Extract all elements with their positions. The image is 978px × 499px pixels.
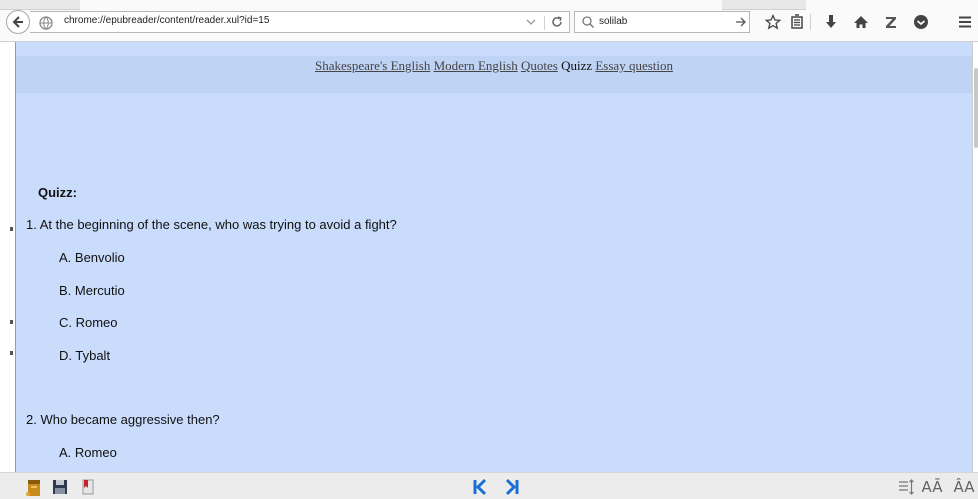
last-page-button[interactable]: [502, 477, 522, 497]
font-increase-button[interactable]: ÂA: [952, 477, 976, 497]
menu-button[interactable]: [956, 13, 974, 31]
bookmark-star-button[interactable]: [764, 13, 782, 31]
tab-strip-edge: [0, 0, 80, 10]
quiz-heading: Quizz:: [38, 185, 77, 200]
home-icon: [854, 16, 868, 28]
go-icon[interactable]: [735, 16, 747, 28]
chapter-nav-links: Shakespeare's English Modern English Quo…: [16, 58, 972, 74]
menu-icon: [959, 16, 971, 28]
q1-option-d: D. Tybalt: [59, 348, 111, 363]
scrollbar[interactable]: [972, 42, 978, 472]
nav-link-essay-question[interactable]: Essay question: [595, 58, 673, 73]
search-bar[interactable]: solilab: [574, 11, 750, 33]
pocket-button[interactable]: [912, 13, 930, 31]
bookshelf-icon: [26, 480, 40, 496]
bookshelf-button[interactable]: [24, 477, 44, 497]
download-button[interactable]: [822, 13, 840, 31]
url-text: chrome://epubreader/content/reader.xul?i…: [64, 15, 270, 26]
star-icon: [765, 14, 781, 30]
globe-icon: [39, 16, 53, 30]
reader-pane: Shakespeare's English Modern English Quo…: [16, 42, 972, 472]
gutter-marker: [10, 351, 13, 355]
scrollbar-thumb[interactable]: [974, 68, 978, 148]
gutter-marker: [10, 320, 13, 324]
first-page-button[interactable]: [470, 477, 490, 497]
nav-link-quotes[interactable]: Quotes: [521, 58, 558, 73]
search-input[interactable]: solilab: [599, 16, 627, 27]
first-page-icon: [473, 478, 487, 496]
q1-option-a: A. Benvolio: [59, 250, 125, 265]
save-icon: [53, 480, 67, 494]
zotero-icon: [886, 17, 896, 28]
url-bar[interactable]: chrome://epubreader/content/reader.xul?i…: [30, 11, 570, 33]
pocket-icon: [914, 15, 928, 29]
back-button[interactable]: [6, 10, 30, 34]
reading-list-button[interactable]: [788, 13, 806, 31]
question-1: 1. At the beginning of the scene, who wa…: [26, 217, 397, 232]
search-icon: [582, 16, 595, 29]
last-page-icon: [505, 478, 519, 496]
nav-link-shakespeares-english[interactable]: Shakespeare's English: [315, 58, 430, 73]
font-decrease-button[interactable]: AĀ: [920, 477, 944, 497]
bookmark-icon: [82, 479, 94, 495]
q2-option-a: A. Romeo: [59, 445, 117, 460]
toolbar-separator: [810, 14, 811, 30]
line-spacing-icon: [899, 479, 914, 495]
sidebar-gutter: [0, 42, 16, 472]
question-2: 2. Who became aggressive then?: [26, 412, 220, 427]
gutter-marker: [10, 227, 13, 231]
line-spacing-button[interactable]: [896, 477, 916, 497]
reader-bottom-bar: AĀ ÂA: [0, 472, 978, 499]
back-icon: [12, 16, 23, 28]
nav-link-modern-english[interactable]: Modern English: [434, 58, 518, 73]
browser-toolbar: chrome://epubreader/content/reader.xul?i…: [0, 0, 978, 42]
home-button[interactable]: [852, 13, 870, 31]
bookmark-button[interactable]: [78, 477, 98, 497]
tab-strip-edge: [722, 0, 806, 10]
save-button[interactable]: [50, 477, 70, 497]
reading-list-icon: [791, 14, 803, 29]
url-separator: [544, 16, 545, 30]
reload-icon[interactable]: [550, 15, 564, 29]
q1-option-b: B. Mercutio: [59, 283, 125, 298]
q1-option-c: C. Romeo: [59, 315, 118, 330]
download-icon: [826, 15, 836, 28]
nav-current-quizz: Quizz: [561, 58, 593, 73]
dropdown-icon[interactable]: [526, 17, 536, 27]
zotero-button[interactable]: [882, 13, 900, 31]
